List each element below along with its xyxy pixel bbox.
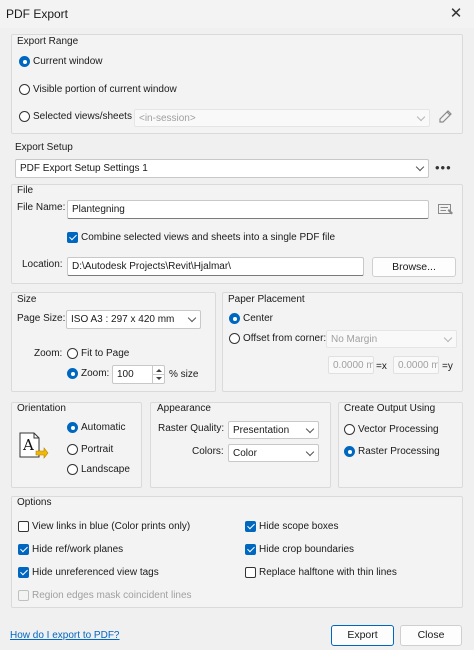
more-options-icon[interactable]: •••: [435, 160, 452, 175]
fit-to-page-label[interactable]: Fit to Page: [81, 348, 129, 359]
offset-x-input[interactable]: 0.0000 mr: [328, 356, 374, 374]
chevron-down-icon: [305, 424, 315, 434]
location-input[interactable]: D:\Autodesk Projects\Revit\Hjalmar\: [67, 257, 364, 276]
location-label: Location:: [22, 259, 63, 270]
chevron-down-icon: [415, 162, 425, 172]
export-setup-select[interactable]: PDF Export Setup Settings 1: [15, 159, 429, 178]
hide-unref-tags-checkbox[interactable]: [18, 567, 29, 578]
automatic-label[interactable]: Automatic: [81, 422, 125, 433]
visible-portion-label[interactable]: Visible portion of current window: [33, 84, 177, 95]
output-label: Create Output Using: [344, 403, 436, 414]
landscape-radio[interactable]: [67, 464, 78, 475]
zoom-unit-label: % size: [169, 369, 199, 380]
zoom-radio[interactable]: [67, 368, 78, 379]
x-label: =x: [376, 361, 387, 372]
hide-scope-boxes-label[interactable]: Hide scope boxes: [259, 521, 339, 532]
hide-ref-planes-checkbox[interactable]: [18, 544, 29, 555]
vector-processing-label[interactable]: Vector Processing: [358, 424, 439, 435]
close-button[interactable]: Close: [400, 625, 462, 646]
vector-processing-radio[interactable]: [344, 424, 355, 435]
view-links-label[interactable]: View links in blue (Color prints only): [32, 521, 190, 532]
help-link[interactable]: How do I export to PDF?: [10, 630, 120, 641]
export-setup-value: PDF Export Setup Settings 1: [20, 163, 148, 174]
export-setup-label: Export Setup: [15, 142, 73, 153]
orientation-letter: A: [23, 436, 34, 454]
colors-value: Color: [233, 448, 257, 459]
zoom-stepper[interactable]: 100: [112, 365, 165, 384]
hide-ref-planes-label[interactable]: Hide ref/work planes: [32, 544, 123, 555]
session-value: <in-session>: [139, 113, 196, 124]
browse-button[interactable]: Browse...: [372, 257, 456, 277]
file-name-label: File Name:: [17, 202, 66, 213]
raster-quality-select[interactable]: Presentation: [228, 421, 319, 439]
hide-crop-boundaries-label[interactable]: Hide crop boundaries: [259, 544, 354, 555]
current-window-label[interactable]: Current window: [33, 56, 102, 67]
raster-processing-label[interactable]: Raster Processing: [358, 446, 440, 457]
margin-value: No Margin: [331, 334, 378, 345]
stepper-down-icon[interactable]: [152, 375, 164, 384]
colors-select[interactable]: Color: [228, 444, 319, 462]
export-range-label: Export Range: [17, 36, 79, 47]
zoom-option-label[interactable]: Zoom:: [81, 368, 109, 379]
file-properties-icon[interactable]: [437, 201, 455, 217]
page-size-select[interactable]: ISO A3 : 297 x 420 mm: [66, 310, 201, 329]
raster-quality-label: Raster Quality:: [158, 423, 225, 434]
selected-views-label[interactable]: Selected views/sheets: [33, 111, 132, 122]
replace-halftone-checkbox[interactable]: [245, 567, 256, 578]
size-group-label: Size: [17, 294, 37, 305]
chevron-down-icon: [305, 447, 315, 457]
hide-scope-boxes-checkbox[interactable]: [245, 521, 256, 532]
region-edges-checkbox[interactable]: [18, 590, 29, 601]
hide-unref-tags-label[interactable]: Hide unreferenced view tags: [32, 567, 159, 578]
page-size-value: ISO A3 : 297 x 420 mm: [71, 314, 175, 325]
paper-placement-label: Paper Placement: [228, 294, 305, 305]
pencil-icon[interactable]: [437, 108, 453, 126]
chevron-down-icon: [416, 112, 426, 122]
zoom-value[interactable]: 100: [117, 369, 134, 380]
hide-crop-boundaries-checkbox[interactable]: [245, 544, 256, 555]
combine-label[interactable]: Combine selected views and sheets into a…: [81, 232, 335, 243]
portrait-radio[interactable]: [67, 444, 78, 455]
output-group: [338, 402, 463, 488]
file-name-input[interactable]: Plantegning: [67, 200, 429, 219]
appearance-label: Appearance: [157, 403, 211, 414]
offset-label[interactable]: Offset from corner:: [243, 333, 326, 344]
orientation-preview-icon: A: [17, 431, 49, 461]
margin-select[interactable]: No Margin: [326, 330, 457, 348]
offset-y-input[interactable]: 0.0000 mr: [393, 356, 439, 374]
session-select[interactable]: <in-session>: [134, 109, 430, 127]
close-icon[interactable]: ✕: [446, 4, 466, 24]
stepper-up-icon[interactable]: [152, 366, 164, 375]
visible-portion-radio[interactable]: [19, 84, 30, 95]
options-label: Options: [17, 497, 52, 508]
page-size-label: Page Size:: [17, 313, 66, 324]
fit-to-page-radio[interactable]: [67, 348, 78, 359]
title-bar: [0, 0, 474, 28]
landscape-label[interactable]: Landscape: [81, 464, 130, 475]
combine-checkbox[interactable]: [67, 232, 78, 243]
raster-processing-radio[interactable]: [344, 446, 355, 457]
chevron-down-icon: [443, 333, 453, 343]
center-radio[interactable]: [229, 313, 240, 324]
current-window-radio[interactable]: [19, 56, 30, 67]
center-label[interactable]: Center: [243, 313, 273, 324]
region-edges-label[interactable]: Region edges mask coincident lines: [32, 590, 192, 601]
colors-label: Colors:: [192, 446, 224, 457]
y-label: =y: [442, 361, 453, 372]
raster-quality-value: Presentation: [233, 425, 290, 436]
portrait-label[interactable]: Portrait: [81, 444, 113, 455]
window-title: PDF Export: [6, 7, 69, 21]
file-group-label: File: [17, 185, 34, 196]
offset-radio[interactable]: [229, 333, 240, 344]
replace-halftone-label[interactable]: Replace halftone with thin lines: [259, 567, 397, 578]
automatic-radio[interactable]: [67, 422, 78, 433]
view-links-checkbox[interactable]: [18, 521, 29, 532]
zoom-row-label: Zoom:: [34, 348, 63, 359]
selected-views-radio[interactable]: [19, 111, 30, 122]
orientation-label: Orientation: [17, 403, 66, 414]
chevron-down-icon: [187, 313, 197, 323]
export-button[interactable]: Export: [331, 625, 394, 646]
